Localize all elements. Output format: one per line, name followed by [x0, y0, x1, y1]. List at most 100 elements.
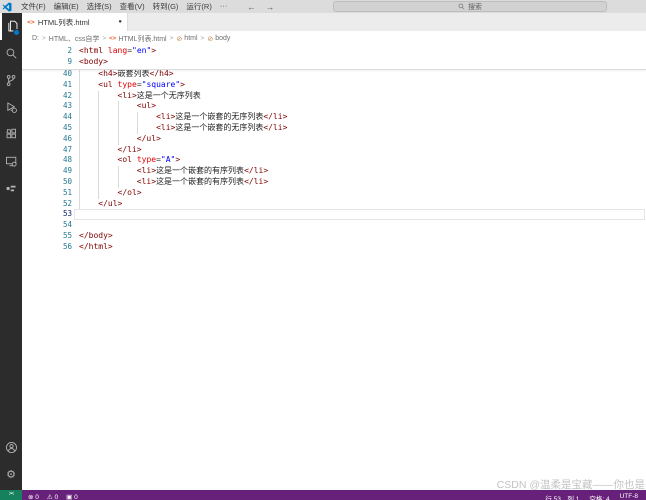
line-number: 42: [22, 91, 72, 102]
search-label: 搜索: [468, 2, 482, 12]
code-text: <h4>嵌套列表</h4>: [72, 69, 174, 80]
menu-item-0[interactable]: 文件(F): [17, 1, 50, 12]
breadcrumb-label: HTML列表.html: [118, 34, 166, 44]
tab-bar: <> HTML列表.html ●: [22, 13, 646, 31]
status-bar: >< ⊗ 0 ⚠ 0 ▣ 0 行 53，列 1 空格: 4 UTF-8: [0, 490, 646, 500]
tab-html-list-file[interactable]: <> HTML列表.html ●: [22, 13, 128, 31]
explorer-icon[interactable]: [0, 13, 22, 40]
line-number: 45: [22, 123, 72, 134]
code-line[interactable]: 43 <ul>: [22, 101, 646, 112]
code-line[interactable]: 55</body>: [22, 231, 646, 242]
line-number: 47: [22, 145, 72, 156]
breadcrumb-separator: >: [42, 35, 46, 42]
code-text: <ul type="square">: [72, 80, 185, 91]
code-text: <li>这是一个无序列表: [72, 91, 201, 102]
line-number: 55: [22, 231, 72, 242]
code-line[interactable]: 49 <li>这是一个嵌套的有序列表</li>: [22, 166, 646, 177]
line-number: 46: [22, 134, 72, 145]
breadcrumb-label: HTML、css自学: [49, 34, 100, 44]
statusbar-right-item-1[interactable]: 空格: 4: [589, 493, 609, 500]
code-line[interactable]: 53: [22, 209, 646, 220]
search-sidebar-icon[interactable]: [0, 40, 22, 67]
code-line[interactable]: 45 <li>这是一个嵌套的无序列表</li>: [22, 123, 646, 134]
nav-back-button[interactable]: ←: [247, 2, 256, 12]
code-line[interactable]: 56</html>: [22, 242, 646, 253]
line-number: 53: [22, 209, 72, 220]
code-line[interactable]: 50 <li>这是一个嵌套的有序列表</li>: [22, 177, 646, 188]
extensions-icon[interactable]: [0, 121, 22, 148]
breadcrumb-label: body: [215, 35, 230, 42]
code-line[interactable]: 46 </ul>: [22, 134, 646, 145]
code-text: </ul>: [72, 134, 161, 145]
breadcrumb-item-2[interactable]: <>HTML列表.html: [109, 34, 166, 44]
line-number: 41: [22, 80, 72, 91]
symbol-element-icon: ⊘: [207, 35, 213, 43]
breadcrumb-item-0[interactable]: D:: [32, 35, 39, 42]
breadcrumb-separator: >: [201, 35, 205, 42]
code-line[interactable]: 41 <ul type="square">: [22, 80, 646, 91]
breadcrumb-separator: >: [102, 35, 106, 42]
remote-indicator[interactable]: ><: [0, 490, 22, 500]
code-line[interactable]: 9<body>: [22, 57, 646, 68]
statusbar-left-item-1[interactable]: ⚠ 0: [47, 493, 58, 500]
line-number: 50: [22, 177, 72, 188]
code-text: </html>: [72, 242, 113, 253]
code-text: <html lang="en">: [72, 46, 156, 57]
vscode-logo-icon: [2, 2, 12, 12]
nav-forward-button[interactable]: →: [266, 2, 275, 12]
line-number: 49: [22, 166, 72, 177]
code-text: <ul>: [72, 101, 156, 112]
code-line[interactable]: 52 </ul>: [22, 199, 646, 210]
activity-bar: ⚙: [0, 13, 22, 490]
code-text: </ul>: [72, 199, 122, 210]
code-line[interactable]: 54: [22, 220, 646, 231]
code-line[interactable]: 44 <li>这是一个嵌套的无序列表</li>: [22, 112, 646, 123]
account-icon[interactable]: [0, 434, 22, 461]
breadcrumb-separator: >: [170, 35, 174, 42]
line-number: 44: [22, 112, 72, 123]
code-text: <li>这是一个嵌套的无序列表</li>: [72, 123, 287, 134]
html-file-icon: <>: [109, 35, 116, 42]
statusbar-left-item-0[interactable]: ⊗ 0: [28, 493, 39, 500]
menu-item-6[interactable]: ···: [216, 1, 232, 12]
source-control-icon[interactable]: [0, 67, 22, 94]
code-text: </body>: [72, 231, 113, 242]
breadcrumb-item-1[interactable]: HTML、css自学: [49, 34, 100, 44]
breadcrumb-label: html: [184, 35, 197, 42]
code-text: <li>这是一个嵌套的无序列表</li>: [72, 112, 287, 123]
plugin-icon[interactable]: [0, 175, 22, 202]
menu-item-1[interactable]: 编辑(E): [50, 1, 83, 12]
menu-item-2[interactable]: 选择(S): [83, 1, 116, 12]
menu-item-3[interactable]: 查看(V): [116, 1, 149, 12]
statusbar-right-item-2[interactable]: UTF-8: [620, 493, 638, 500]
menu-item-4[interactable]: 转到(G): [149, 1, 183, 12]
statusbar-right-item-0[interactable]: 行 53，列 1: [545, 493, 579, 500]
code-text: </li>: [72, 145, 142, 156]
explorer-badge: [13, 29, 20, 36]
code-line[interactable]: 2<html lang="en">: [22, 46, 646, 57]
tab-label: HTML列表.html: [38, 17, 90, 28]
breadcrumb-label: D:: [32, 35, 39, 42]
html-file-icon: <>: [27, 18, 35, 26]
code-line[interactable]: 51 </ol>: [22, 188, 646, 199]
run-debug-icon[interactable]: [0, 94, 22, 121]
line-number: 54: [22, 220, 72, 231]
statusbar-left-item-2[interactable]: ▣ 0: [66, 493, 78, 500]
modified-dot-icon[interactable]: ●: [118, 19, 122, 25]
line-number: 52: [22, 199, 72, 210]
code-text: <li>这是一个嵌套的有序列表</li>: [72, 177, 268, 188]
code-line[interactable]: 47 </li>: [22, 145, 646, 156]
line-number: 56: [22, 242, 72, 253]
settings-gear-icon[interactable]: ⚙: [0, 461, 22, 488]
code-line[interactable]: 40 <h4>嵌套列表</h4>: [22, 69, 646, 80]
menu-item-5[interactable]: 运行(R): [182, 1, 215, 12]
command-center-search[interactable]: 搜索: [333, 1, 607, 12]
code-line[interactable]: 48 <ol type="A">: [22, 155, 646, 166]
breadcrumb-item-3[interactable]: ⊘html: [176, 35, 197, 43]
remote-explorer-icon[interactable]: [0, 148, 22, 175]
breadcrumb-item-4[interactable]: ⊘body: [207, 35, 230, 43]
code-text: </ol>: [72, 188, 142, 199]
code-line[interactable]: 42 <li>这是一个无序列表: [22, 91, 646, 102]
line-number: 2: [22, 46, 72, 57]
editor-code-area[interactable]: 40 <h4>嵌套列表</h4>41 <ul type="square">42 …: [22, 69, 646, 490]
